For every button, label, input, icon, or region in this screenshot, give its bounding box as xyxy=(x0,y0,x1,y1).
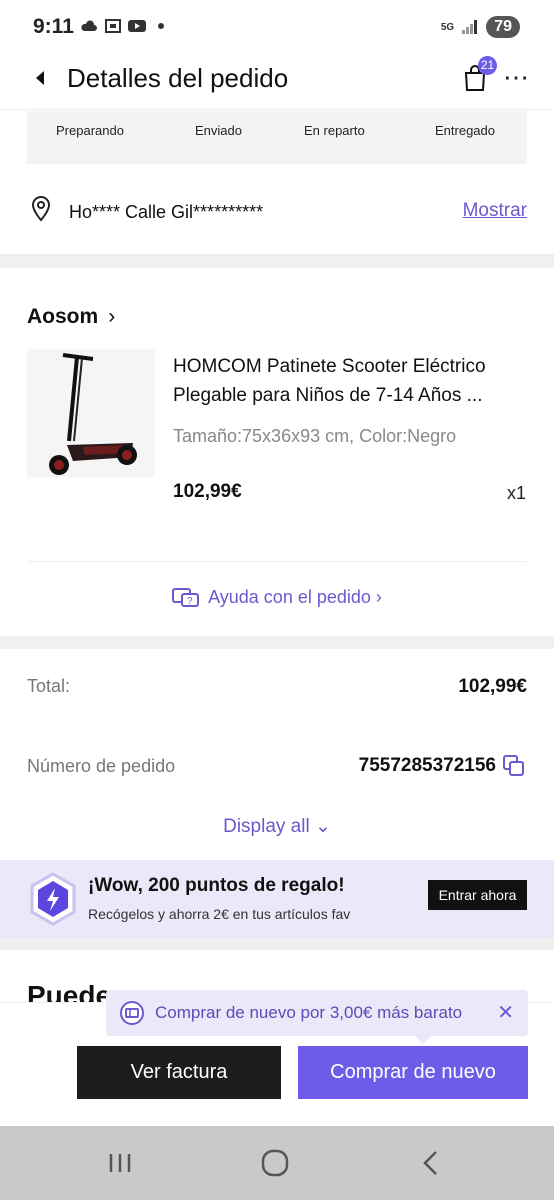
promo-title: ¡Wow, 200 puntos de regalo! xyxy=(88,875,345,896)
order-help-link[interactable]: ? Ayuda con el pedido › xyxy=(0,587,554,609)
network-label: 5G xyxy=(440,21,455,33)
step-entregado: Entregado xyxy=(435,123,495,138)
enter-now-button[interactable]: Entrar ahora xyxy=(428,880,527,910)
battery-indicator: 79 xyxy=(486,16,520,38)
step-enviado: Enviado xyxy=(195,123,242,138)
step-en-reparto: En reparto xyxy=(304,123,365,138)
close-icon[interactable]: ✕ xyxy=(497,1000,514,1025)
svg-text:?: ? xyxy=(187,596,193,607)
screenshot-icon xyxy=(105,19,121,33)
section-divider xyxy=(0,254,554,268)
promo-subtitle: Recógelos y ahorra 2€ en tus artículos f… xyxy=(88,906,351,922)
total-label: Total: xyxy=(27,676,71,696)
coupon-icon xyxy=(120,1001,144,1025)
buy-again-button[interactable]: Comprar de nuevo xyxy=(298,1046,528,1099)
tooltip-text: Comprar de nuevo por 3,00€ más barato xyxy=(155,1003,463,1022)
tooltip-arrow xyxy=(415,1036,431,1044)
chat-help-icon: ? xyxy=(172,588,200,608)
store-link[interactable]: Aosom › xyxy=(27,305,115,329)
back-nav-icon[interactable] xyxy=(416,1148,446,1178)
rebuy-discount-tooltip: Comprar de nuevo por 3,00€ más barato ✕ xyxy=(106,990,528,1044)
status-time: 9:11 xyxy=(33,15,74,38)
copy-icon[interactable] xyxy=(503,755,525,777)
recommendations-heading: Puede xyxy=(27,980,112,1002)
address-text: Ho**** Calle Gil********** xyxy=(69,202,264,222)
step-preparando: Preparando xyxy=(56,123,124,138)
app-header: Detalles del pedido 21 ⋯ xyxy=(0,56,554,110)
recent-apps-icon[interactable] xyxy=(105,1148,135,1178)
store-name: Aosom xyxy=(27,305,99,328)
order-number-value: 7557285372156 xyxy=(358,755,496,776)
product-variant: Tamaño:75x36x93 cm, Color:Negro xyxy=(173,426,457,446)
lightning-badge-icon xyxy=(30,872,76,926)
status-bar: 9:11 5G 79 xyxy=(0,0,554,56)
location-pin-icon xyxy=(31,196,51,222)
points-promo-banner[interactable]: ¡Wow, 200 puntos de regalo! Recógelos y … xyxy=(0,860,554,938)
cloud-icon xyxy=(81,20,97,31)
scooter-image xyxy=(49,353,137,475)
view-invoice-button[interactable]: Ver factura xyxy=(77,1046,281,1099)
shipping-address: Ho**** Calle Gil********** Mostrar xyxy=(0,186,554,236)
more-options-icon[interactable]: ⋯ xyxy=(503,62,530,93)
youtube-icon xyxy=(128,20,146,32)
display-all-link[interactable]: Display all ⌄ xyxy=(0,815,554,838)
order-progress-steps: Preparando Enviado En reparto Entregado xyxy=(27,111,527,164)
order-number-label: Número de pedido xyxy=(27,756,176,776)
section-divider xyxy=(0,636,554,649)
product-image[interactable] xyxy=(27,349,155,477)
product-quantity: x1 xyxy=(506,483,526,503)
system-nav-bar xyxy=(0,1126,554,1200)
page-title: Detalles del pedido xyxy=(67,63,289,93)
status-right: 5G 79 xyxy=(441,16,520,38)
chevron-right-icon: › xyxy=(108,305,116,328)
section-divider xyxy=(0,938,554,950)
signal-icon xyxy=(462,20,478,34)
product-price: 102,99€ xyxy=(173,481,242,502)
divider xyxy=(27,561,527,562)
product-name[interactable]: HOMCOM Patinete Scooter Eléctrico Plegab… xyxy=(173,352,518,410)
total-value: 102,99€ xyxy=(458,676,527,697)
back-arrow-icon[interactable] xyxy=(30,68,50,88)
order-help-label: Ayuda con el pedido › xyxy=(208,587,382,607)
home-icon[interactable] xyxy=(260,1148,290,1178)
show-address-link[interactable]: Mostrar xyxy=(463,200,527,222)
notification-dot xyxy=(158,23,164,29)
cart-count-badge: 21 xyxy=(478,56,497,75)
status-icons xyxy=(80,19,164,33)
